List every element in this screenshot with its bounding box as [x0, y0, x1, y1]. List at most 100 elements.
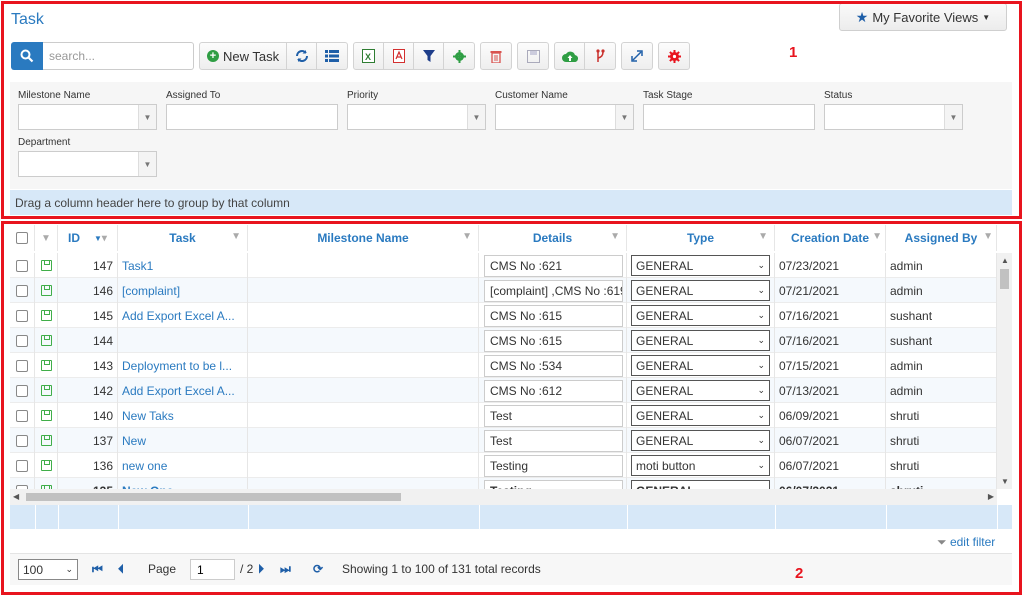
column-header-milestone[interactable]: Milestone Name ▼	[248, 225, 479, 251]
column-header-details[interactable]: Details ▼	[479, 225, 627, 251]
table-row[interactable]: 140 New Taks Test GENERAL ⌄ 06/09/2021 sh…	[10, 403, 997, 428]
row-task-link[interactable]: Task1	[118, 253, 248, 278]
assigned-to-filter-input[interactable]	[166, 104, 338, 130]
row-details-input[interactable]: Test	[484, 404, 623, 427]
save-icon[interactable]	[40, 260, 52, 271]
table-row[interactable]: 136 new one Testing moti button ⌄ 06/07/2…	[10, 453, 997, 478]
settings-button[interactable]	[444, 43, 474, 69]
row-task-link[interactable]: Add Export Excel A...	[118, 303, 248, 328]
branch-button[interactable]	[585, 43, 615, 69]
first-page-icon[interactable]: ⏮	[92, 562, 103, 577]
row-task-link[interactable]: Deployment to be l...	[118, 353, 248, 378]
row-type-select[interactable]: GENERAL⌄	[631, 405, 770, 426]
row-type-select[interactable]: GENERAL⌄	[631, 430, 770, 451]
row-task-link[interactable]: New	[118, 428, 248, 453]
status-filter-select[interactable]: ▼	[824, 104, 963, 130]
row-type-select[interactable]: GENERAL⌄	[631, 305, 770, 326]
scroll-right-icon[interactable]: ▶	[988, 492, 994, 501]
row-task-link[interactable]	[118, 328, 248, 353]
prev-page-icon[interactable]: ⏴	[118, 562, 124, 577]
search-input[interactable]	[43, 42, 194, 70]
table-row[interactable]: 143 Deployment to be l... CMS No :534 GE…	[10, 353, 997, 378]
filter-icon[interactable]: ▼	[758, 231, 768, 242]
page-size-select[interactable]: 100 ⌄	[18, 559, 78, 580]
row-checkbox[interactable]	[16, 309, 28, 322]
next-page-icon[interactable]: ⏵	[258, 562, 264, 577]
fullscreen-button[interactable]	[622, 43, 652, 69]
row-details-input[interactable]: Testing	[484, 479, 623, 489]
priority-filter-select[interactable]: ▼	[347, 104, 486, 130]
column-header-creation-date[interactable]: Creation Date ▼	[775, 225, 886, 251]
milestone-filter-select[interactable]: ▼	[18, 104, 157, 130]
row-task-link[interactable]: new one	[118, 453, 248, 478]
row-type-select[interactable]: GENERAL⌄	[631, 380, 770, 401]
row-checkbox[interactable]	[16, 284, 28, 297]
row-details-input[interactable]: CMS No :534	[484, 354, 623, 377]
row-type-select[interactable]: GENERAL⌄	[631, 480, 770, 489]
table-row[interactable]: 146 [complaint] [complaint] ,CMS No :619…	[10, 278, 997, 303]
row-type-select[interactable]: GENERAL⌄	[631, 355, 770, 376]
filter-icon[interactable]: ▾	[102, 233, 107, 244]
column-header-task[interactable]: Task ▼	[118, 225, 248, 251]
column-header-id[interactable]: ID ▼ ▾	[58, 225, 118, 251]
row-type-select[interactable]: GENERAL⌄	[631, 330, 770, 351]
save-icon[interactable]	[40, 460, 52, 471]
row-details-input[interactable]: CMS No :612	[484, 379, 623, 402]
row-checkbox[interactable]	[16, 434, 28, 447]
vertical-scrollbar[interactable]: ▲ ▼	[997, 253, 1012, 489]
row-task-link[interactable]: [complaint]	[118, 278, 248, 303]
row-type-select[interactable]: moti button ⌄	[631, 455, 770, 476]
vertical-scroll-thumb[interactable]	[1000, 269, 1009, 289]
table-row[interactable]: 142 Add Export Excel A... CMS No :612 GE…	[10, 378, 997, 403]
select-all-checkbox[interactable]	[16, 232, 28, 244]
filter-icon[interactable]: ▼	[983, 231, 993, 242]
filter-icon[interactable]: ▼	[231, 231, 241, 242]
horizontal-scroll-thumb[interactable]	[26, 493, 401, 501]
row-checkbox[interactable]	[16, 259, 28, 272]
save-icon[interactable]	[40, 435, 52, 446]
filter-icon[interactable]: ▼	[610, 231, 620, 242]
row-task-link[interactable]: Add Export Excel A...	[118, 378, 248, 403]
filter-icon[interactable]: ▼	[41, 233, 51, 244]
last-page-icon[interactable]: ⏭	[280, 562, 291, 577]
row-details-input[interactable]: Testing	[484, 454, 623, 477]
list-view-button[interactable]	[317, 43, 347, 69]
row-checkbox[interactable]	[16, 459, 28, 472]
row-details-input[interactable]: CMS No :615	[484, 329, 623, 352]
department-filter-select[interactable]: ▼	[18, 151, 157, 177]
column-header-type[interactable]: Type ▼	[627, 225, 775, 251]
table-row[interactable]: 144 CMS No :615 GENERAL ⌄ 07/16/2021 sush…	[10, 328, 997, 353]
new-task-button[interactable]: + New Task	[200, 43, 288, 69]
configure-button[interactable]	[659, 43, 689, 69]
export-pdf-button[interactable]	[384, 43, 415, 69]
scroll-left-icon[interactable]: ◀	[13, 492, 19, 501]
row-task-link[interactable]: New One	[118, 478, 248, 489]
filter-icon[interactable]: ▼	[872, 231, 882, 242]
task-stage-filter-input[interactable]	[643, 104, 815, 130]
upload-button[interactable]	[555, 43, 586, 69]
column-header-assigned-by[interactable]: Assigned By ▼	[886, 225, 997, 251]
save-icon[interactable]	[40, 310, 52, 321]
row-task-link[interactable]: New Taks	[118, 403, 248, 428]
row-checkbox[interactable]	[16, 334, 28, 347]
row-details-input[interactable]: Test	[484, 429, 623, 452]
group-by-bar[interactable]: Drag a column header here to group by th…	[10, 190, 1012, 215]
save-icon[interactable]	[40, 335, 52, 346]
refresh-button[interactable]	[287, 43, 318, 69]
customer-filter-select[interactable]: ▼	[495, 104, 634, 130]
save-icon[interactable]	[40, 385, 52, 396]
table-row[interactable]: 147 Task1 CMS No :621 GENERAL ⌄ 07/23/202…	[10, 253, 997, 278]
filter-icon[interactable]: ▼	[462, 231, 472, 242]
table-row[interactable]: 137 New Test GENERAL ⌄ 06/07/2021 shruti	[10, 428, 997, 453]
filter-button[interactable]	[414, 43, 445, 69]
row-details-input[interactable]: CMS No :615	[484, 304, 623, 327]
row-details-input[interactable]: [complaint] ,CMS No :619	[484, 279, 623, 302]
favorite-views-button[interactable]: ★ My Favorite Views ▼	[839, 3, 1007, 31]
save-icon[interactable]	[40, 360, 52, 371]
horizontal-scrollbar[interactable]: ◀ ▶	[10, 489, 997, 505]
search-button[interactable]	[11, 42, 43, 70]
scroll-up-icon[interactable]: ▲	[1001, 256, 1009, 265]
save-icon[interactable]	[40, 285, 52, 296]
row-checkbox[interactable]	[16, 384, 28, 397]
save-button[interactable]	[518, 43, 548, 69]
